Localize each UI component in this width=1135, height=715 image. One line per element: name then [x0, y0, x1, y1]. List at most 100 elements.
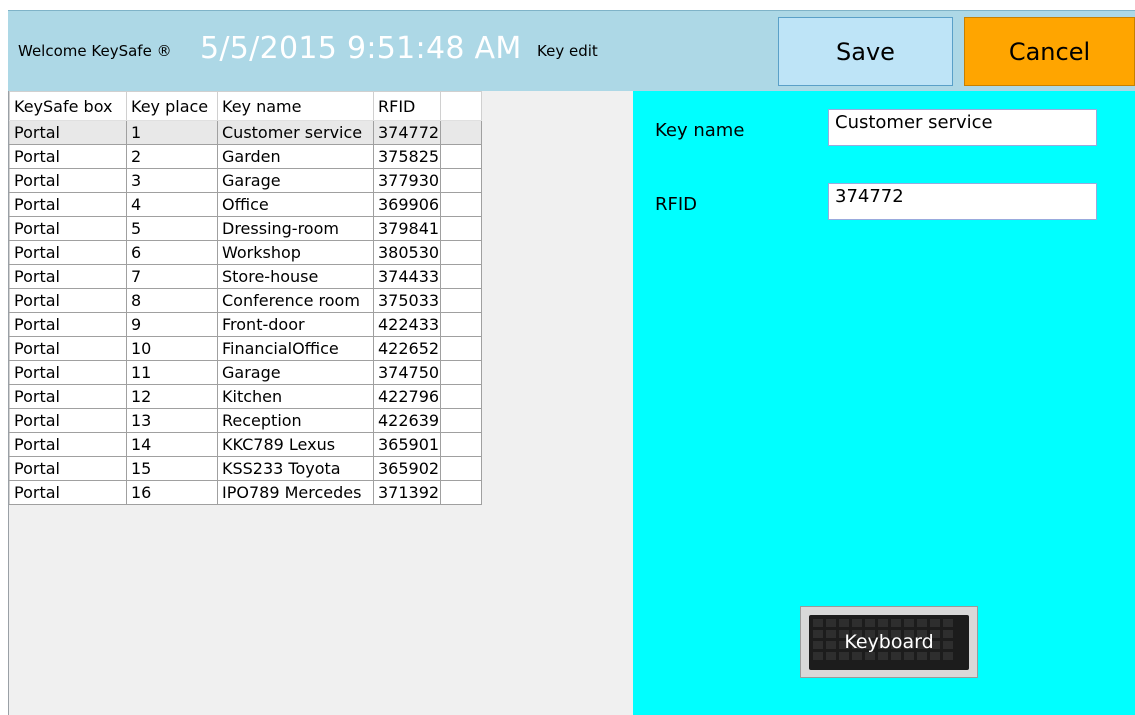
- cell-empty[interactable]: [440, 480, 482, 505]
- cell-key-place[interactable]: 10: [126, 336, 218, 361]
- cell-keysafe-box[interactable]: Portal: [9, 144, 127, 169]
- table-row[interactable]: Portal 11 Garage 374750: [9, 360, 482, 385]
- cell-key-name[interactable]: Garage: [217, 168, 374, 193]
- cell-empty[interactable]: [440, 192, 482, 217]
- cell-empty[interactable]: [440, 120, 482, 145]
- table-row[interactable]: Portal 1 Customer service 374772: [9, 120, 482, 145]
- cell-rfid[interactable]: 380530: [373, 240, 441, 265]
- cell-key-place[interactable]: 14: [126, 432, 218, 457]
- cell-key-place[interactable]: 12: [126, 384, 218, 409]
- table-row[interactable]: Portal 13 Reception 422639: [9, 408, 482, 433]
- column-header[interactable]: RFID: [373, 91, 441, 121]
- cell-key-place[interactable]: 6: [126, 240, 218, 265]
- cell-keysafe-box[interactable]: Portal: [9, 264, 127, 289]
- cell-rfid[interactable]: 374772: [373, 120, 441, 145]
- table-row[interactable]: Portal 4 Office 369906: [9, 192, 482, 217]
- column-header[interactable]: Key place: [126, 91, 218, 121]
- save-button[interactable]: Save: [778, 17, 953, 86]
- table-row[interactable]: Portal 10 FinancialOffice 422652: [9, 336, 482, 361]
- cell-key-name[interactable]: Office: [217, 192, 374, 217]
- cell-key-name[interactable]: Reception: [217, 408, 374, 433]
- cell-empty[interactable]: [440, 336, 482, 361]
- cell-keysafe-box[interactable]: Portal: [9, 288, 127, 313]
- cell-key-place[interactable]: 11: [126, 360, 218, 385]
- table-row[interactable]: Portal 8 Conference room 375033: [9, 288, 482, 313]
- column-header[interactable]: Key name: [217, 91, 374, 121]
- column-header[interactable]: KeySafe box: [9, 91, 127, 121]
- cell-keysafe-box[interactable]: Portal: [9, 456, 127, 481]
- cell-rfid[interactable]: 422652: [373, 336, 441, 361]
- cell-rfid[interactable]: 369906: [373, 192, 441, 217]
- table-row[interactable]: Portal 6 Workshop 380530: [9, 240, 482, 265]
- cell-key-place[interactable]: 7: [126, 264, 218, 289]
- table-row[interactable]: Portal 3 Garage 377930: [9, 168, 482, 193]
- cell-rfid[interactable]: 379841: [373, 216, 441, 241]
- cell-rfid[interactable]: 365902: [373, 456, 441, 481]
- table-row[interactable]: Portal 2 Garden 375825: [9, 144, 482, 169]
- table-row[interactable]: Portal 5 Dressing-room 379841: [9, 216, 482, 241]
- cell-keysafe-box[interactable]: Portal: [9, 432, 127, 457]
- cell-rfid[interactable]: 365901: [373, 432, 441, 457]
- rfid-input[interactable]: 374772: [828, 183, 1097, 220]
- cell-empty[interactable]: [440, 384, 482, 409]
- cell-keysafe-box[interactable]: Portal: [9, 384, 127, 409]
- cell-key-place[interactable]: 8: [126, 288, 218, 313]
- table-row[interactable]: Portal 16 IPO789 Mercedes 371392: [9, 480, 482, 505]
- cell-key-name[interactable]: KSS233 Toyota: [217, 456, 374, 481]
- cell-rfid[interactable]: 371392: [373, 480, 441, 505]
- table-row[interactable]: Portal 14 KKC789 Lexus 365901: [9, 432, 482, 457]
- cell-keysafe-box[interactable]: Portal: [9, 360, 127, 385]
- cell-empty[interactable]: [440, 432, 482, 457]
- cell-key-place[interactable]: 16: [126, 480, 218, 505]
- cell-rfid[interactable]: 374433: [373, 264, 441, 289]
- table-row[interactable]: Portal 15 KSS233 Toyota 365902: [9, 456, 482, 481]
- cell-key-name[interactable]: Front-door: [217, 312, 374, 337]
- cell-key-name[interactable]: KKC789 Lexus: [217, 432, 374, 457]
- cell-empty[interactable]: [440, 240, 482, 265]
- cell-keysafe-box[interactable]: Portal: [9, 192, 127, 217]
- cell-empty[interactable]: [440, 360, 482, 385]
- column-header[interactable]: [440, 91, 482, 121]
- cell-empty[interactable]: [440, 168, 482, 193]
- cancel-button[interactable]: Cancel: [964, 17, 1135, 86]
- cell-rfid[interactable]: 422796: [373, 384, 441, 409]
- cell-key-name[interactable]: Store-house: [217, 264, 374, 289]
- cell-empty[interactable]: [440, 456, 482, 481]
- cell-rfid[interactable]: 422639: [373, 408, 441, 433]
- table-row[interactable]: Portal 7 Store-house 374433: [9, 264, 482, 289]
- cell-key-place[interactable]: 9: [126, 312, 218, 337]
- cell-keysafe-box[interactable]: Portal: [9, 312, 127, 337]
- cell-key-name[interactable]: Workshop: [217, 240, 374, 265]
- cell-empty[interactable]: [440, 408, 482, 433]
- cell-keysafe-box[interactable]: Portal: [9, 168, 127, 193]
- cell-keysafe-box[interactable]: Portal: [9, 120, 127, 145]
- cell-rfid[interactable]: 377930: [373, 168, 441, 193]
- cell-keysafe-box[interactable]: Portal: [9, 336, 127, 361]
- table-row[interactable]: Portal 12 Kitchen 422796: [9, 384, 482, 409]
- table-row[interactable]: Portal 9 Front-door 422433: [9, 312, 482, 337]
- cell-key-place[interactable]: 1: [126, 120, 218, 145]
- cell-key-place[interactable]: 5: [126, 216, 218, 241]
- cell-key-name[interactable]: Conference room: [217, 288, 374, 313]
- keyboard-button[interactable]: Keyboard: [800, 606, 978, 678]
- cell-key-place[interactable]: 13: [126, 408, 218, 433]
- cell-key-name[interactable]: Kitchen: [217, 384, 374, 409]
- cell-key-name[interactable]: FinancialOffice: [217, 336, 374, 361]
- key-name-input[interactable]: Customer service: [828, 109, 1097, 146]
- cell-empty[interactable]: [440, 288, 482, 313]
- cell-empty[interactable]: [440, 312, 482, 337]
- cell-rfid[interactable]: 374750: [373, 360, 441, 385]
- cell-key-name[interactable]: Dressing-room: [217, 216, 374, 241]
- cell-keysafe-box[interactable]: Portal: [9, 408, 127, 433]
- cell-empty[interactable]: [440, 264, 482, 289]
- cell-rfid[interactable]: 375825: [373, 144, 441, 169]
- cell-rfid[interactable]: 422433: [373, 312, 441, 337]
- cell-key-place[interactable]: 2: [126, 144, 218, 169]
- cell-key-name[interactable]: Garden: [217, 144, 374, 169]
- cell-key-place[interactable]: 15: [126, 456, 218, 481]
- cell-keysafe-box[interactable]: Portal: [9, 480, 127, 505]
- cell-key-place[interactable]: 3: [126, 168, 218, 193]
- cell-key-name[interactable]: IPO789 Mercedes: [217, 480, 374, 505]
- cell-keysafe-box[interactable]: Portal: [9, 240, 127, 265]
- cell-key-name[interactable]: Customer service: [217, 120, 374, 145]
